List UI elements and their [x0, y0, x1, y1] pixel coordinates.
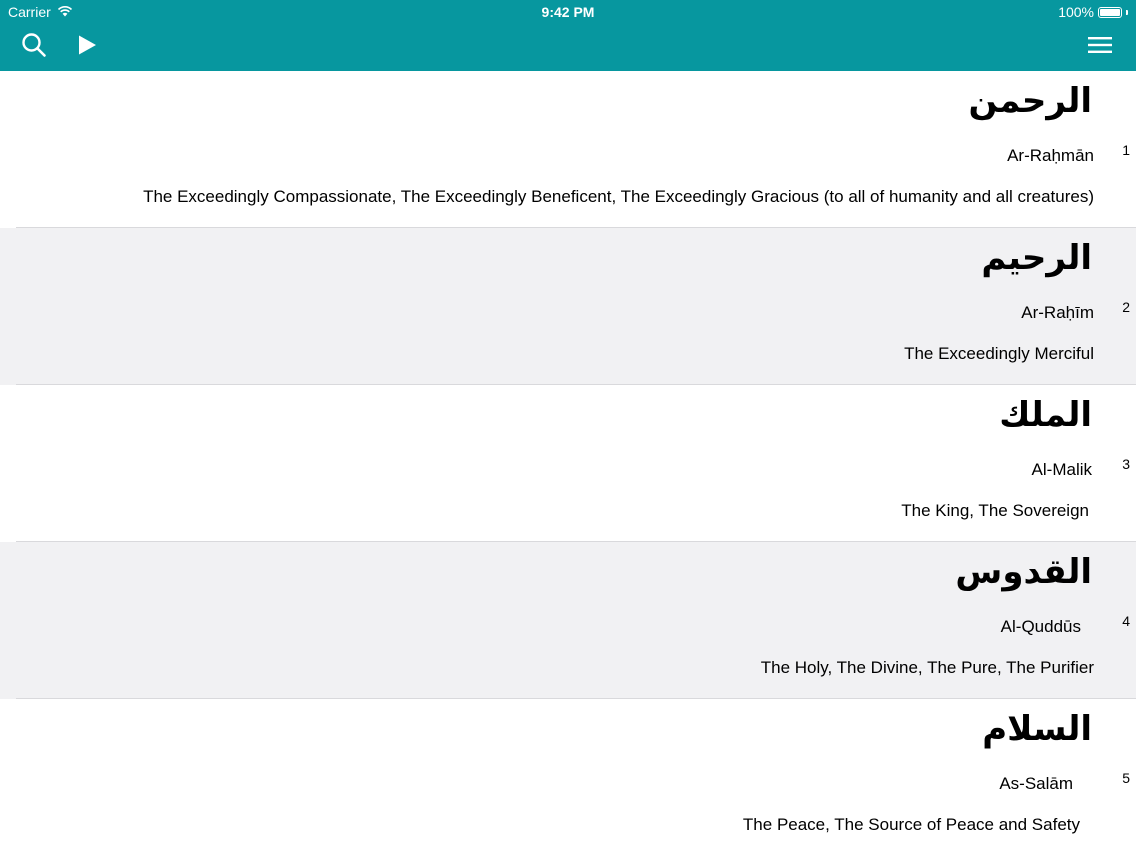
status-right: 100% — [1058, 4, 1128, 20]
meaning: The Exceedingly Compassionate, The Excee… — [143, 187, 1094, 206]
transliteration: As-Salām — [999, 774, 1073, 793]
search-button[interactable] — [18, 32, 50, 62]
list-item[interactable]: السلام As-Salām The Peace, The Source of… — [0, 699, 1136, 856]
meaning: The Peace, The Source of Peace and Safet… — [742, 815, 1080, 834]
battery-percent: 100% — [1058, 4, 1094, 20]
hamburger-menu-icon — [1087, 35, 1113, 60]
status-time: 9:42 PM — [541, 4, 595, 20]
transliteration: Al-Malik — [1031, 460, 1092, 479]
list-item[interactable]: القدوس Al-Quddūs The Holy, The Divine, T… — [0, 542, 1136, 699]
menu-button[interactable] — [1084, 32, 1116, 62]
item-number: 5 — [1122, 770, 1130, 786]
battery-icon — [1098, 6, 1122, 18]
list-item[interactable]: الرحيم Ar-Raḥīm The Exceedingly Merciful… — [0, 228, 1136, 385]
transliteration: Ar-Raḥīm — [1021, 303, 1094, 322]
names-list: الرحمن Ar-Raḥmān The Exceedingly Compass… — [0, 71, 1136, 856]
battery-level — [1100, 8, 1120, 16]
arabic-name: القدوس — [955, 552, 1092, 592]
arabic-name: السلام — [982, 709, 1092, 749]
transliteration: Ar-Raḥmān — [1007, 146, 1094, 165]
item-number: 4 — [1122, 613, 1130, 629]
arabic-name: الملك — [999, 395, 1092, 435]
list-item[interactable]: الملك Al-Malik The King, The Sovereign 3 — [0, 385, 1136, 542]
item-number: 2 — [1122, 299, 1130, 315]
meaning: The Holy, The Divine, The Pure, The Puri… — [760, 658, 1094, 677]
play-icon — [76, 34, 98, 61]
transliteration: Al-Quddūs — [1000, 617, 1081, 636]
status-bar: Carrier 9:42 PM 100% — [0, 0, 1136, 24]
item-number: 3 — [1122, 456, 1130, 472]
search-icon — [21, 32, 47, 63]
play-button[interactable] — [71, 32, 103, 62]
item-number: 1 — [1122, 142, 1130, 158]
arabic-name: الرحمن — [968, 81, 1092, 121]
nav-bar — [0, 24, 1136, 71]
list-item[interactable]: الرحمن Ar-Raḥmān The Exceedingly Compass… — [0, 71, 1136, 228]
meaning: The Exceedingly Merciful — [904, 344, 1094, 363]
meaning: The King, The Sovereign — [901, 501, 1089, 520]
arabic-name: الرحيم — [981, 238, 1092, 278]
battery-tip — [1126, 9, 1128, 15]
